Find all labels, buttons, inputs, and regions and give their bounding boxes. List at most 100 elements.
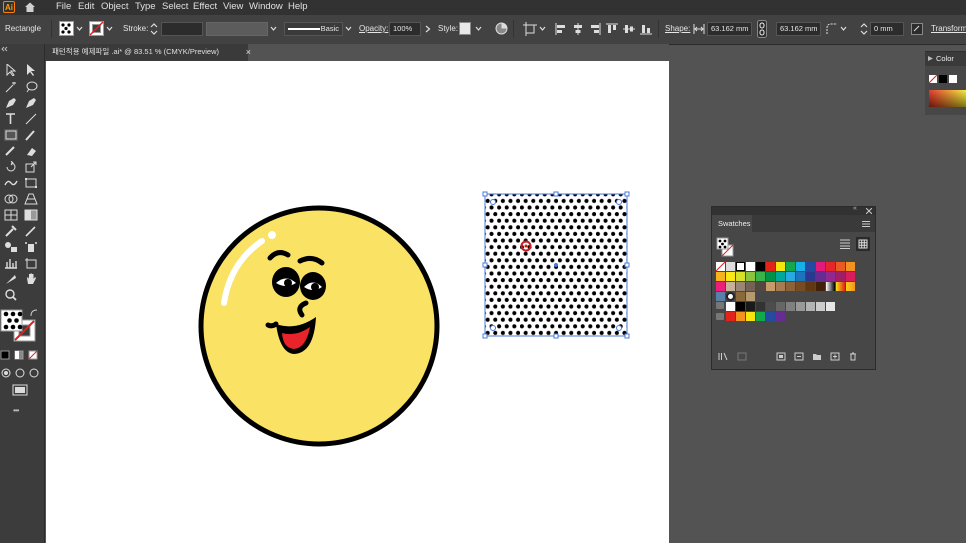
- grid-view-icon[interactable]: [856, 237, 870, 251]
- rotate-tool-icon[interactable]: [4, 161, 18, 173]
- swatch-pattern[interactable]: [746, 292, 755, 301]
- swatch[interactable]: [726, 272, 735, 281]
- color-mode-buttons[interactable]: [0, 350, 40, 360]
- stroke-swatch[interactable]: [89, 21, 104, 36]
- swatch[interactable]: [816, 272, 825, 281]
- zoom-tool-icon[interactable]: [4, 289, 18, 301]
- swatch[interactable]: [796, 282, 805, 291]
- symbol-sprayer-tool-icon[interactable]: [24, 241, 38, 253]
- swatch[interactable]: [826, 302, 835, 311]
- swatch[interactable]: [736, 302, 745, 311]
- fill-swatch[interactable]: [59, 21, 74, 36]
- home-icon[interactable]: [24, 1, 36, 13]
- swatch-white[interactable]: [746, 262, 755, 271]
- swatch-magenta[interactable]: [816, 262, 825, 271]
- list-view-icon[interactable]: [840, 239, 850, 249]
- swatch[interactable]: [806, 272, 815, 281]
- swatch[interactable]: [846, 272, 855, 281]
- graphic-style-swatch[interactable]: [459, 22, 471, 35]
- swatch[interactable]: [736, 272, 745, 281]
- screen-mode-icon[interactable]: [12, 384, 28, 398]
- variable-width-profile[interactable]: [206, 22, 268, 36]
- rectangle-tool-icon[interactable]: [4, 129, 18, 141]
- swatch[interactable]: [756, 302, 765, 311]
- new-color-group-icon[interactable]: [812, 352, 822, 361]
- chevron-right-icon[interactable]: [425, 25, 431, 33]
- swatch[interactable]: [776, 312, 785, 321]
- swatch-pattern[interactable]: [736, 262, 745, 271]
- swatch-libraries-icon[interactable]: [718, 352, 728, 361]
- column-graph-tool-icon[interactable]: [4, 257, 18, 269]
- folder-icon[interactable]: [716, 302, 724, 309]
- link-corners-icon[interactable]: [911, 23, 923, 35]
- align-to-icon[interactable]: [523, 22, 537, 36]
- align-right-icon[interactable]: [589, 23, 601, 35]
- swatch-grid[interactable]: [715, 261, 860, 322]
- eyedropper-tool-icon[interactable]: [4, 225, 18, 237]
- line-tool-icon[interactable]: [24, 113, 38, 125]
- constrain-proportions-icon[interactable]: [757, 20, 767, 38]
- swatch[interactable]: [746, 282, 755, 291]
- swatch[interactable]: [736, 282, 745, 291]
- folder-icon[interactable]: [716, 313, 724, 320]
- swatch-gradient[interactable]: [836, 282, 845, 291]
- align-top-icon[interactable]: [606, 23, 618, 35]
- paintbrush-tool-icon[interactable]: [24, 129, 38, 141]
- corner-type-icon[interactable]: [826, 23, 838, 35]
- swatch-options-icon[interactable]: [794, 352, 804, 361]
- swatch[interactable]: [786, 282, 795, 291]
- swatch[interactable]: [746, 302, 755, 311]
- type-tool-icon[interactable]: [4, 113, 18, 125]
- curvature-tool-icon[interactable]: [24, 97, 38, 109]
- dot-pattern-rectangle[interactable]: [482, 191, 630, 339]
- direct-selection-tool-icon[interactable]: [24, 64, 38, 76]
- swatch[interactable]: [816, 282, 825, 291]
- opacity-input[interactable]: 100%: [389, 22, 421, 36]
- slice-tool-icon[interactable]: [4, 273, 18, 285]
- swatch[interactable]: [756, 282, 765, 291]
- swatch[interactable]: [746, 272, 755, 281]
- collapse-panel-icon[interactable]: «: [853, 205, 857, 212]
- swatch[interactable]: [756, 312, 765, 321]
- menu-window[interactable]: Window: [249, 0, 283, 15]
- corner-radius-input[interactable]: 0 mm: [870, 22, 904, 36]
- swatch[interactable]: [826, 272, 835, 281]
- artboard-tool-icon[interactable]: [24, 257, 38, 269]
- eraser-tool-icon[interactable]: [24, 145, 38, 157]
- color-spectrum[interactable]: [929, 90, 966, 107]
- panel-menu-icon[interactable]: [862, 221, 870, 227]
- swatch[interactable]: [756, 272, 765, 281]
- smiley-face-artwork[interactable]: [196, 203, 442, 449]
- delete-swatch-icon[interactable]: [848, 352, 858, 361]
- mesh-tool-icon[interactable]: [4, 209, 18, 221]
- swatch[interactable]: [726, 302, 735, 311]
- gradient-tool-icon[interactable]: [24, 209, 38, 221]
- shape-height-input[interactable]: 63.162 mm: [776, 22, 821, 36]
- menu-edit[interactable]: Edit: [78, 0, 94, 15]
- swatch-none[interactable]: [715, 261, 726, 272]
- swatch[interactable]: [726, 282, 735, 291]
- shaper-tool-icon[interactable]: [4, 145, 18, 157]
- swatch-gradient[interactable]: [826, 282, 835, 291]
- lasso-tool-icon[interactable]: [24, 81, 38, 93]
- magic-wand-tool-icon[interactable]: [4, 81, 18, 93]
- swatch[interactable]: [766, 312, 775, 321]
- menu-view[interactable]: View: [223, 0, 243, 15]
- swatch[interactable]: [816, 302, 825, 311]
- swatch[interactable]: [786, 272, 795, 281]
- swatch-black[interactable]: [756, 262, 765, 271]
- swatch[interactable]: [776, 272, 785, 281]
- swatches-tab[interactable]: Swatches: [712, 215, 752, 232]
- swatch[interactable]: [836, 272, 845, 281]
- swatch-red-2[interactable]: [826, 262, 835, 271]
- swatch[interactable]: [766, 302, 775, 311]
- chevron-down-icon[interactable]: [270, 25, 277, 32]
- swatch[interactable]: [716, 282, 725, 291]
- swatch[interactable]: [796, 272, 805, 281]
- menu-type[interactable]: Type: [135, 0, 156, 15]
- measure-tool-icon[interactable]: [24, 225, 38, 237]
- shape-width-input[interactable]: 63.162 mm: [707, 22, 752, 36]
- menu-effect[interactable]: Effect: [193, 0, 217, 15]
- menu-file[interactable]: File: [56, 0, 71, 15]
- align-center-icon[interactable]: [572, 23, 584, 35]
